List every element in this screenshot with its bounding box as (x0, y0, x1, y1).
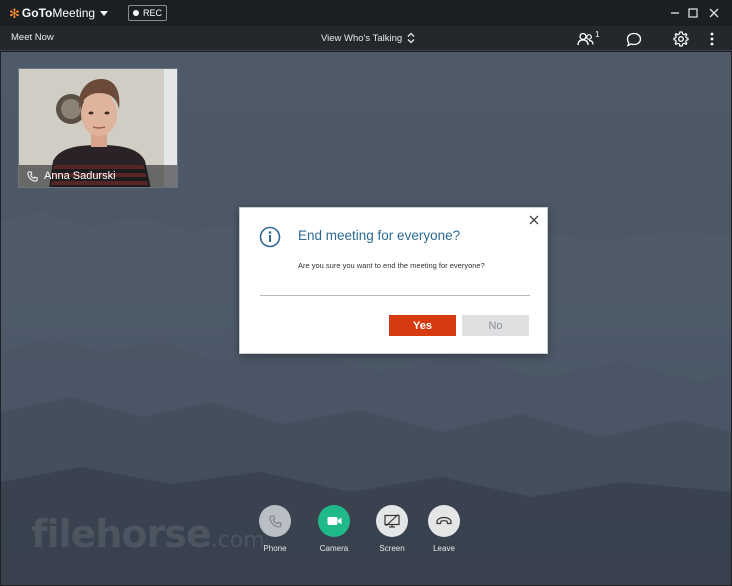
close-icon (709, 8, 719, 18)
hang-up-icon (436, 516, 452, 525)
leave-button[interactable]: Leave (424, 505, 464, 553)
view-mode-selector[interactable]: View Who's Talking (321, 32, 415, 44)
leave-button-circle (428, 505, 460, 537)
screen-label: Screen (379, 544, 405, 553)
no-button[interactable]: No (462, 315, 529, 336)
gear-icon (673, 31, 689, 47)
chat-button[interactable] (626, 30, 642, 48)
record-dot-icon (133, 10, 140, 16)
leave-label: Leave (433, 544, 455, 553)
record-label: REC (143, 8, 163, 18)
brand-meeting: Meeting (52, 6, 96, 20)
phone-button[interactable]: Phone (255, 505, 295, 553)
more-vertical-icon (710, 32, 714, 46)
close-icon (529, 215, 539, 225)
dialog-close-button[interactable] (528, 214, 540, 226)
close-window-button[interactable] (703, 0, 725, 26)
title-bar: ✻ GoTo Meeting REC (0, 0, 732, 26)
app-menu-button[interactable]: ✻ GoTo Meeting (9, 5, 109, 21)
phone-label: Phone (263, 544, 287, 553)
participant-name: Anna Sadurski (44, 170, 116, 182)
camera-label: Camera (319, 544, 349, 553)
up-down-chevron-icon (407, 32, 415, 44)
attendee-count: 1 (595, 29, 600, 39)
end-meeting-dialog: End meeting for everyone? Are you sure y… (239, 207, 548, 354)
watermark-text: filehorse (31, 512, 212, 556)
chevron-down-icon (100, 10, 109, 16)
record-button[interactable]: REC (128, 5, 168, 21)
meeting-toolbar: Meet Now View Who's Talking 1 (0, 26, 732, 51)
minimize-icon (671, 12, 679, 14)
settings-button[interactable] (673, 30, 689, 48)
chat-bubble-icon (626, 32, 642, 47)
camera-button-circle (318, 505, 350, 537)
screen-button-circle (376, 505, 408, 537)
participant-name-bar: Anna Sadurski (19, 165, 177, 187)
view-mode-label: View Who's Talking (321, 32, 403, 44)
brand-goto: GoTo (21, 6, 53, 20)
camera-icon (327, 517, 341, 525)
phone-button-circle (259, 505, 291, 537)
more-options-button[interactable] (710, 30, 714, 48)
attendees-button[interactable]: 1 (577, 30, 599, 48)
camera-button[interactable]: Camera (314, 505, 354, 553)
dialog-message: Are you sure you want to end the meeting… (298, 261, 485, 270)
meet-now-button[interactable]: Meet Now (11, 32, 54, 43)
maximize-button[interactable] (682, 0, 704, 26)
dialog-title: End meeting for everyone? (298, 228, 461, 243)
filehorse-watermark: filehorse.com (31, 512, 265, 556)
phone-icon (268, 514, 282, 528)
screen-share-off-icon (384, 514, 400, 528)
yes-button[interactable]: Yes (389, 315, 456, 336)
info-icon (259, 226, 281, 253)
maximize-icon (688, 8, 698, 18)
phone-icon (27, 170, 38, 182)
gotomeeting-logo-icon: ✻ (9, 5, 20, 21)
screen-share-button[interactable]: Screen (372, 505, 412, 553)
participant-video-tile[interactable]: Anna Sadurski (18, 68, 178, 188)
people-icon (577, 32, 594, 46)
dialog-divider (260, 295, 530, 296)
